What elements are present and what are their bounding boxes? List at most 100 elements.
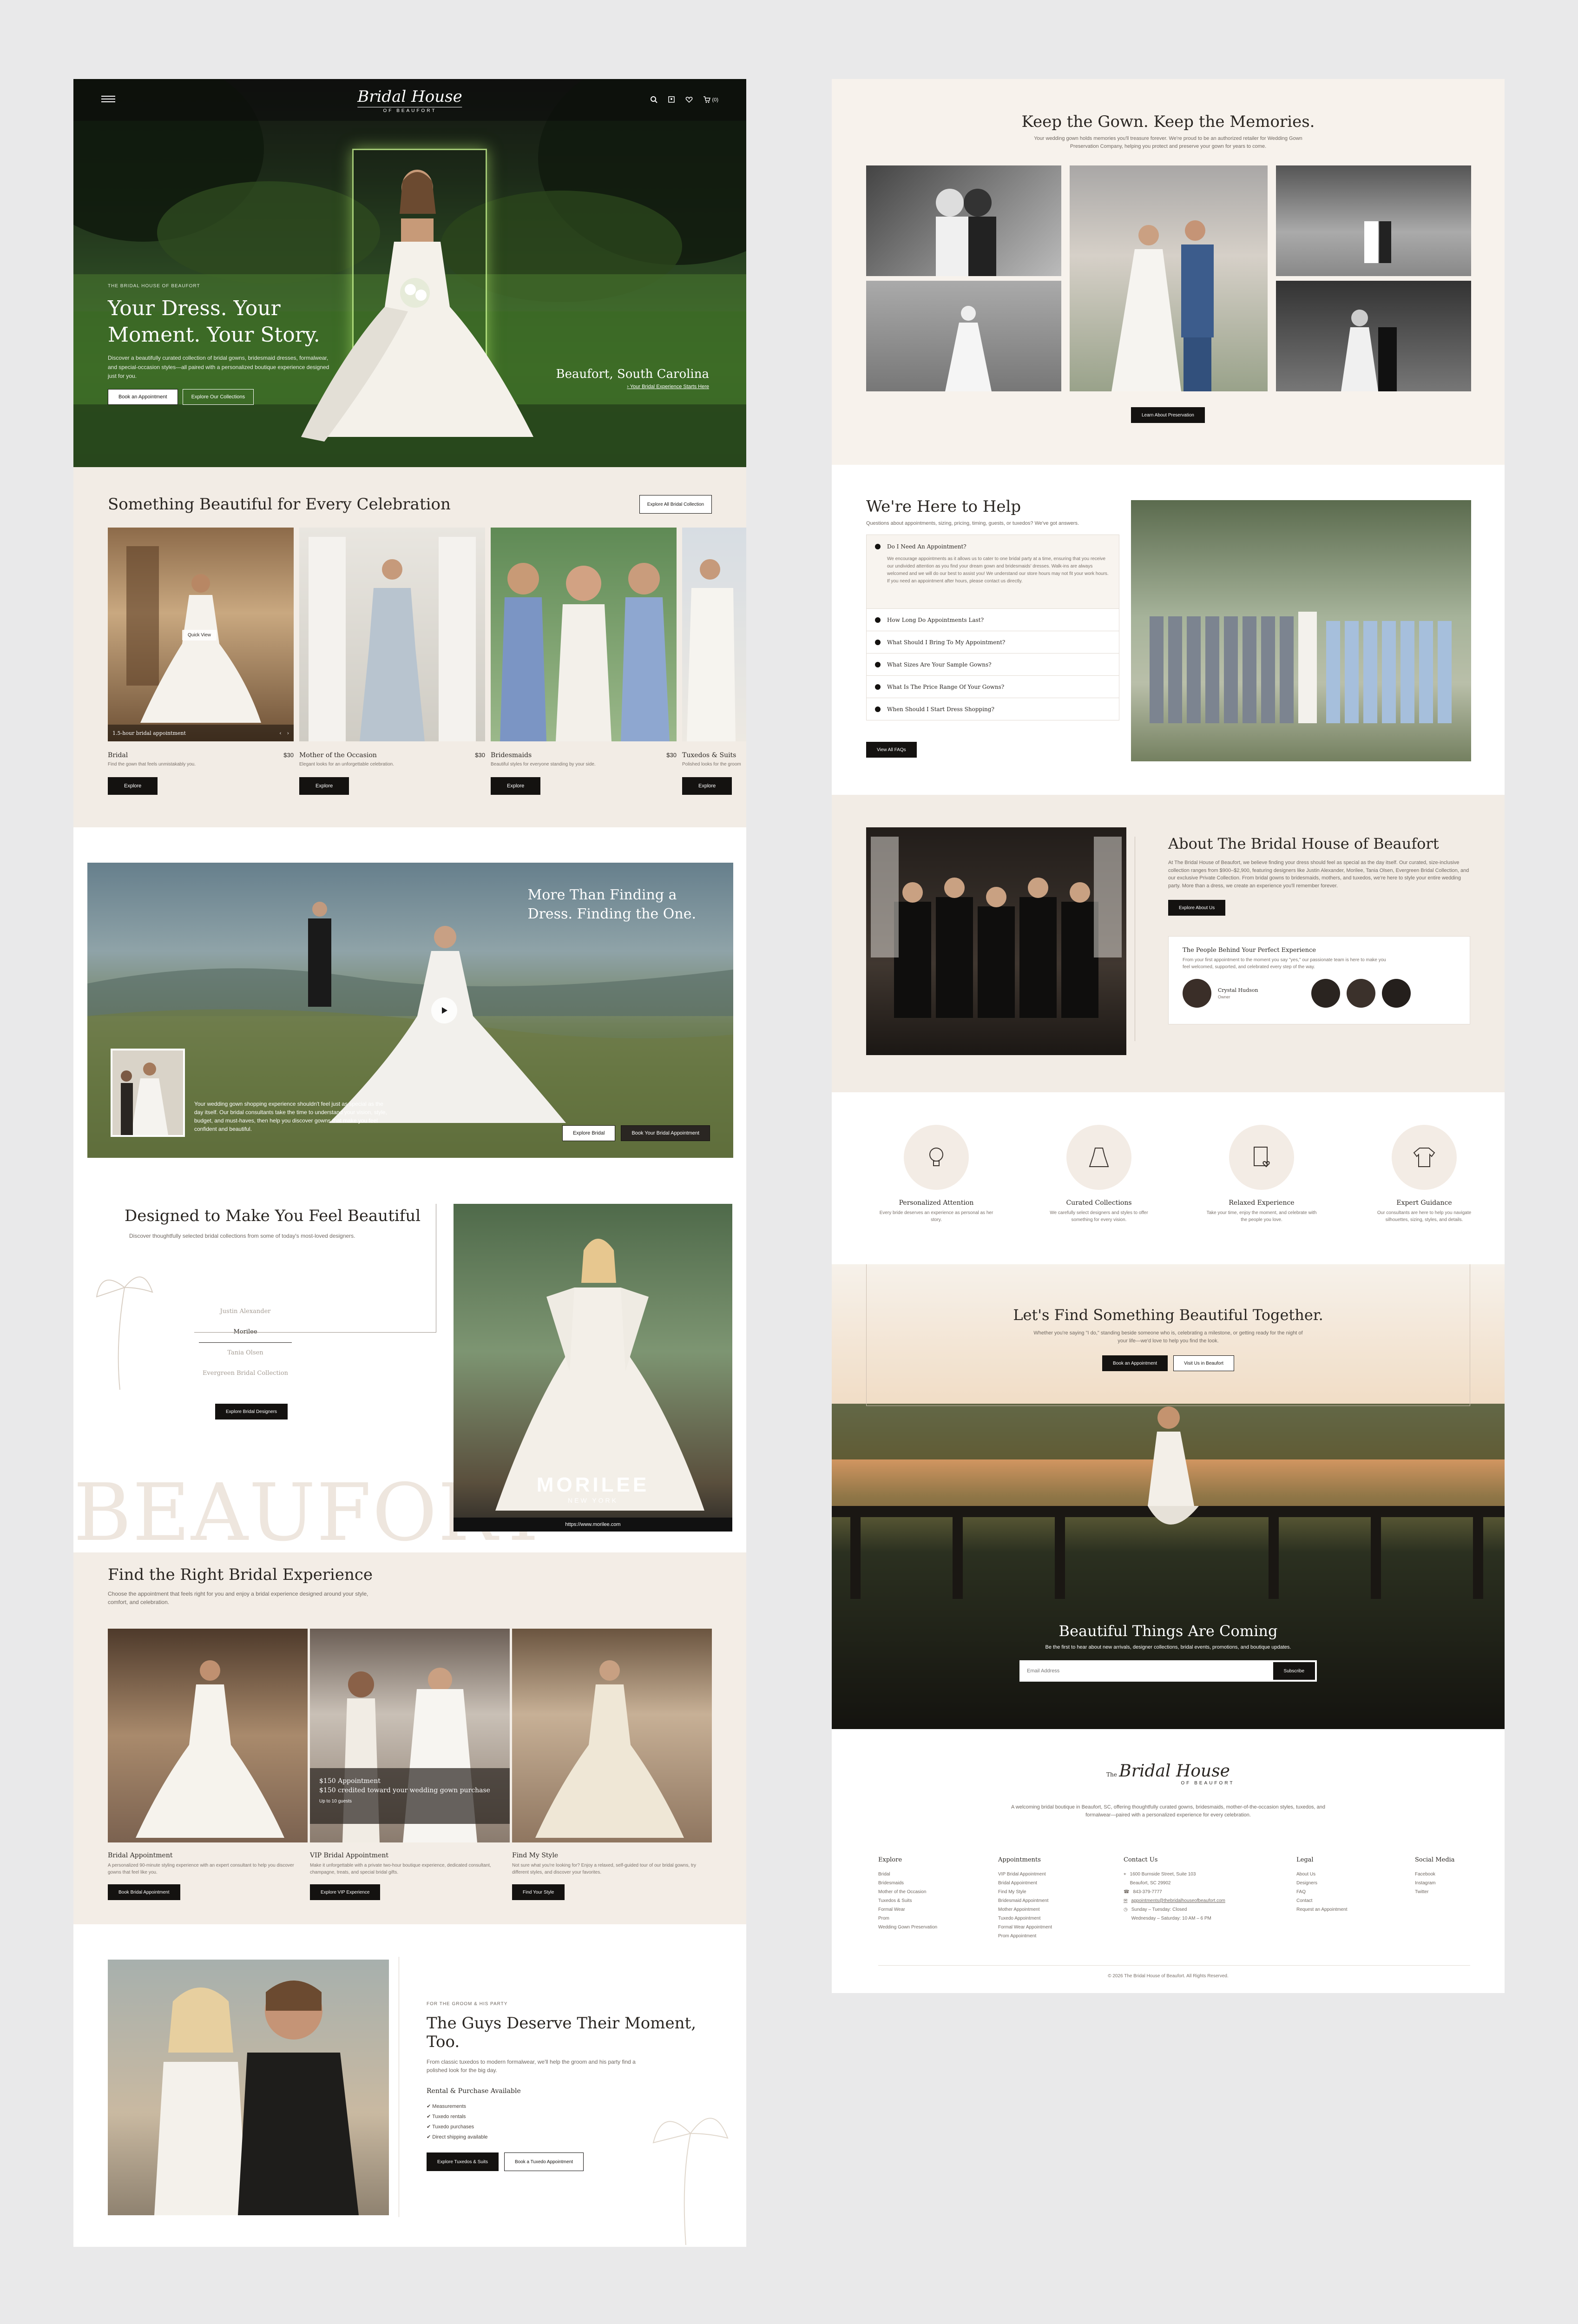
play-button[interactable] xyxy=(431,997,457,1023)
faq-item[interactable]: What Sizes Are Your Sample Gowns? xyxy=(866,654,1119,676)
footer-link[interactable]: Bridesmaids xyxy=(878,1879,937,1888)
category-card-bridal[interactable]: Quick View 1.5-hour bridal appointment ‹… xyxy=(108,528,294,795)
search-icon[interactable] xyxy=(650,96,658,105)
video-player[interactable]: More Than Finding a Dress. Finding the On… xyxy=(87,863,733,1158)
explore-bridesmaids-button[interactable]: Explore xyxy=(491,777,541,795)
footer-link[interactable]: Designers xyxy=(1296,1879,1348,1888)
explore-tuxedos-button[interactable]: Explore Tuxedos & Suits xyxy=(427,2152,499,2171)
account-icon[interactable] xyxy=(668,96,675,105)
explore-bridal-button[interactable]: Explore Bridal xyxy=(562,1125,616,1141)
instagram-link[interactable]: Instagram xyxy=(1415,1879,1454,1888)
category-card-tuxedos[interactable]: Tuxedos & Suits Polished looks for the g… xyxy=(682,528,746,795)
footer-link[interactable]: Bridal Appointment xyxy=(998,1879,1052,1888)
footer-link[interactable]: Wedding Gown Preservation xyxy=(878,1923,937,1932)
footer-link[interactable]: Request an Appointment xyxy=(1296,1905,1348,1914)
email-input[interactable] xyxy=(1021,1668,1273,1674)
avatar[interactable] xyxy=(1381,979,1411,1008)
quick-view-button[interactable]: Quick View xyxy=(182,630,217,640)
footer-phone[interactable]: ☎ 843-379-7777 xyxy=(1124,1888,1277,1896)
footer-link[interactable]: VIP Bridal Appointment xyxy=(998,1870,1052,1879)
newsletter-title: Beautiful Things Are Coming xyxy=(1059,1622,1278,1640)
tuxedo-title: The Guys Deserve Their Moment, Too. xyxy=(427,2014,697,2051)
chevron-right-icon[interactable]: › xyxy=(287,730,289,736)
designer-justin-alexander[interactable]: Justin Alexander xyxy=(199,1301,292,1322)
faq-item[interactable]: When Should I Start Dress Shopping? xyxy=(866,698,1119,720)
footer-link[interactable]: Tuxedo Appointment xyxy=(998,1914,1052,1923)
experience-card-vip[interactable]: $150 Appointment $150 credited toward yo… xyxy=(310,1629,510,1900)
footer-link[interactable]: Contact xyxy=(1296,1896,1348,1905)
wishlist-icon[interactable] xyxy=(685,96,693,105)
footer-link[interactable]: Bridesmaid Appointment xyxy=(998,1896,1052,1905)
subscribe-button[interactable]: Subscribe xyxy=(1273,1662,1315,1680)
explore-vip-experience-button[interactable]: Explore VIP Experience xyxy=(310,1884,381,1900)
faq-item[interactable]: How Long Do Appointments Last? xyxy=(866,609,1119,631)
feature-curated: Curated Collections We carefully select … xyxy=(1041,1125,1157,1223)
footer-link[interactable]: About Us xyxy=(1296,1870,1348,1879)
tuxedo-description: From classic tuxedos to modern formalwea… xyxy=(427,2059,636,2073)
footer-contact: Contact Us ⌖ 1600 Burnside Street, Suite … xyxy=(1124,1855,1277,1923)
explore-bridal-designers-button[interactable]: Explore Bridal Designers xyxy=(215,1404,288,1419)
team-member-info: Crystal Hudson Owner xyxy=(1218,987,1258,999)
menu-icon[interactable] xyxy=(101,95,115,105)
footer-link[interactable]: Find My Style xyxy=(998,1888,1052,1896)
footer-link[interactable]: FAQ xyxy=(1296,1888,1348,1896)
book-tuxedo-appointment-button[interactable]: Book a Tuxedo Appointment xyxy=(504,2152,584,2171)
feature-title: Relaxed Experience xyxy=(1229,1199,1295,1207)
explore-tuxedos-button[interactable]: Explore xyxy=(682,777,732,795)
location-link[interactable]: › Your Bridal Experience Starts Here xyxy=(556,384,709,390)
footer-link[interactable]: Formal Wear xyxy=(878,1905,937,1914)
phone-number: 843-379-7777 xyxy=(1133,1889,1162,1895)
cart-count: (0) xyxy=(712,97,718,103)
tuxedo-buttons: Explore Tuxedos & Suits Book a Tuxedo Ap… xyxy=(427,2152,705,2171)
book-appointment-button[interactable]: Book an Appointment xyxy=(1102,1355,1168,1371)
twitter-link[interactable]: Twitter xyxy=(1415,1888,1454,1896)
find-your-style-button[interactable]: Find Your Style xyxy=(512,1884,565,1900)
cta-newsletter-section: Let's Find Something Beautiful Together.… xyxy=(832,1264,1505,1729)
chevron-left-icon[interactable]: ‹ xyxy=(279,730,281,736)
footer-link[interactable]: Formal Wear Appointment xyxy=(998,1923,1052,1932)
faq-item[interactable]: What Is The Price Range Of Your Gowns? xyxy=(866,676,1119,698)
footer-social: Social Media Facebook Instagram Twitter xyxy=(1415,1855,1454,1896)
cart-button[interactable]: (0) xyxy=(703,96,718,105)
footer-email[interactable]: ✉ appointments@thebridalhouseofbeaufort.c… xyxy=(1124,1896,1277,1905)
avatar[interactable] xyxy=(1311,979,1340,1008)
footer-link[interactable]: Mother of the Occasion xyxy=(878,1888,937,1896)
experience-card-bridal[interactable]: Bridal Appointment A personalized 90-min… xyxy=(108,1629,308,1900)
footer-link[interactable]: Mother Appointment xyxy=(998,1905,1052,1914)
book-bridal-appointment-button[interactable]: Book Your Bridal Appointment xyxy=(621,1125,710,1141)
hero-buttons: Book an Appointment Explore Our Collecti… xyxy=(108,389,331,405)
footer-link[interactable]: Prom xyxy=(878,1914,937,1923)
hero-description: Discover a beautifully curated collectio… xyxy=(108,355,329,379)
footer-link[interactable]: Bridal xyxy=(878,1870,937,1879)
book-appointment-button[interactable]: Book an Appointment xyxy=(108,389,178,405)
vip-overlay: $150 Appointment $150 credited toward yo… xyxy=(310,1768,510,1824)
book-bridal-appointment-button[interactable]: Book Bridal Appointment xyxy=(108,1884,180,1900)
explore-about-us-button[interactable]: Explore About Us xyxy=(1168,900,1226,916)
avatar[interactable] xyxy=(1183,979,1211,1008)
learn-about-preservation-button[interactable]: Learn About Preservation xyxy=(1131,407,1205,423)
site-logo[interactable]: Bridal House OF BEAUFORT xyxy=(357,87,462,113)
designer-connector-line xyxy=(194,1332,436,1333)
footer-logo[interactable]: The Bridal House OF BEAUFORT xyxy=(832,1762,1505,1786)
hero-title-line2: Moment. Your Story. xyxy=(108,323,320,347)
faq-item-open[interactable]: Do I Need An Appointment? We encourage a… xyxy=(866,535,1119,609)
facebook-link[interactable]: Facebook xyxy=(1415,1870,1454,1879)
experience-card-style[interactable]: Find My Style Not sure what you're looki… xyxy=(512,1629,712,1900)
hero-title: Your Dress. Your Moment. Your Story. xyxy=(108,295,331,348)
footer-link[interactable]: Tuxedos & Suits xyxy=(878,1896,937,1905)
footer-link[interactable]: Prom Appointment xyxy=(998,1932,1052,1941)
view-all-faqs-button[interactable]: View All FAQs xyxy=(866,742,917,758)
explore-bridal-button[interactable]: Explore xyxy=(108,777,158,795)
designer-evergreen[interactable]: Evergreen Bridal Collection xyxy=(199,1363,292,1384)
explore-all-bridal-button[interactable]: Explore All Bridal Collection xyxy=(639,495,712,514)
video-section: More Than Finding a Dress. Finding the On… xyxy=(73,827,746,1195)
explore-collections-button[interactable]: Explore Our Collections xyxy=(182,389,254,405)
avatar[interactable] xyxy=(1346,979,1375,1008)
designer-url-link[interactable]: https://www.morilee.com xyxy=(454,1518,732,1532)
visit-us-button[interactable]: Visit Us in Beaufort xyxy=(1173,1355,1234,1371)
faq-item[interactable]: What Should I Bring To My Appointment? xyxy=(866,631,1119,654)
category-card-mother[interactable]: Mother of the Occasion $30 Elegant looks … xyxy=(299,528,485,795)
category-card-bridesmaids[interactable]: Bridesmaids $30 Beautiful styles for ever… xyxy=(491,528,677,795)
designer-tania-olsen[interactable]: Tania Olsen xyxy=(199,1343,292,1363)
explore-mother-button[interactable]: Explore xyxy=(299,777,349,795)
